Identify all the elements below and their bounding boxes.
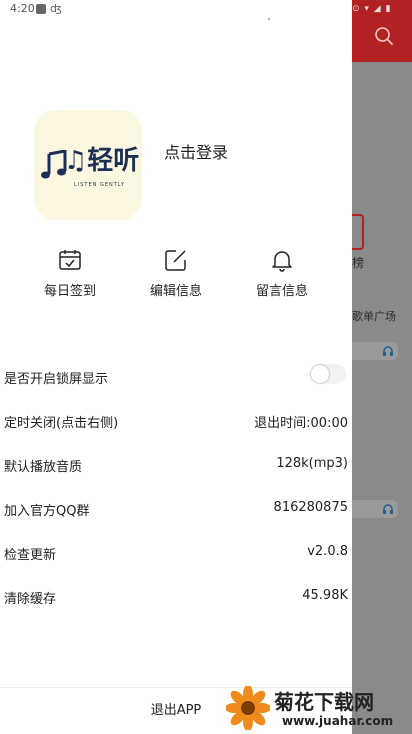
lock-screen-toggle[interactable] [310, 364, 346, 384]
setting-row-update[interactable]: 检查更新 v2.0.8 [0, 532, 352, 574]
search-icon[interactable] [374, 26, 394, 46]
timer-value[interactable]: 退出时间:00:00 [254, 412, 348, 431]
update-label: 检查更新 [4, 548, 57, 563]
dot-divider [268, 18, 270, 20]
setting-row-lock-screen: 是否开启锁屏显示 [0, 356, 352, 398]
watermark-title: 菊花下载网 [274, 690, 374, 714]
toggle-knob [311, 365, 329, 383]
edit-icon [165, 250, 186, 271]
setting-row-qq-group[interactable]: 加入官方QQ群 816280875 [0, 488, 352, 530]
app-logo[interactable]: ♫轻听 LISTEN GENTLY [34, 110, 142, 220]
background-app: ⊙ ▾ ◢ ▮ 榜 歌单广场 [352, 0, 412, 734]
debug-icon: ʤ [50, 2, 62, 15]
logo-text: ♫轻听 [64, 146, 140, 176]
notification-icon [36, 4, 46, 14]
headphone-icon [383, 346, 393, 356]
rank-icon [352, 214, 364, 250]
edit-info-label: 编辑信息 [149, 284, 202, 299]
bell-icon [272, 251, 292, 272]
setting-row-timer[interactable]: 定时关闭(点击右侧) 退出时间:00:00 [0, 400, 352, 442]
lock-screen-label: 是否开启锁屏显示 [4, 372, 109, 387]
setting-row-quality[interactable]: 默认播放音质 128k(mp3) [0, 444, 352, 486]
logo-subtitle: LISTEN GENTLY [74, 182, 125, 188]
qq-group-label: 加入官方QQ群 [4, 504, 90, 519]
timer-label: 定时关闭(点击右侧) [4, 416, 119, 431]
background-status-icons: ⊙ ▾ ◢ ▮ [352, 4, 392, 14]
login-link[interactable]: 点击登录 [164, 139, 228, 163]
daily-checkin-button[interactable]: 每日签到 [30, 248, 110, 299]
playlist-square-label: 歌单广场 [352, 310, 396, 323]
status-time: 4:20 [10, 2, 35, 15]
edit-info-button[interactable]: 编辑信息 [136, 248, 216, 299]
watermark: 菊花下载网 www.juahar.com [226, 684, 412, 734]
cache-size-value: 45.98K [302, 588, 348, 603]
qq-group-value: 816280875 [273, 500, 348, 515]
quality-value: 128k(mp3) [276, 456, 348, 471]
messages-button[interactable]: 留言信息 [242, 248, 322, 299]
background-card [352, 500, 398, 518]
daily-checkin-label: 每日签到 [43, 284, 96, 299]
navigation-drawer: 4:20 ʤ ♫轻听 LISTEN GENTLY 点击登录 每日签到 编辑信息 [0, 0, 352, 734]
calendar-check-icon [59, 250, 81, 270]
messages-label: 留言信息 [255, 284, 308, 299]
version-value: v2.0.8 [307, 544, 348, 559]
quality-label: 默认播放音质 [4, 460, 83, 475]
watermark-url: www.juahar.com [282, 714, 394, 728]
status-bar: 4:20 ʤ [0, 0, 352, 18]
setting-row-cache[interactable]: 清除缓存 45.98K [0, 576, 352, 618]
rank-label: 榜 [352, 256, 365, 270]
cache-label: 清除缓存 [4, 592, 57, 607]
background-card [352, 342, 398, 360]
flower-icon [226, 686, 270, 730]
headphone-icon [383, 504, 393, 514]
background-header: ⊙ ▾ ◢ ▮ [352, 0, 412, 62]
